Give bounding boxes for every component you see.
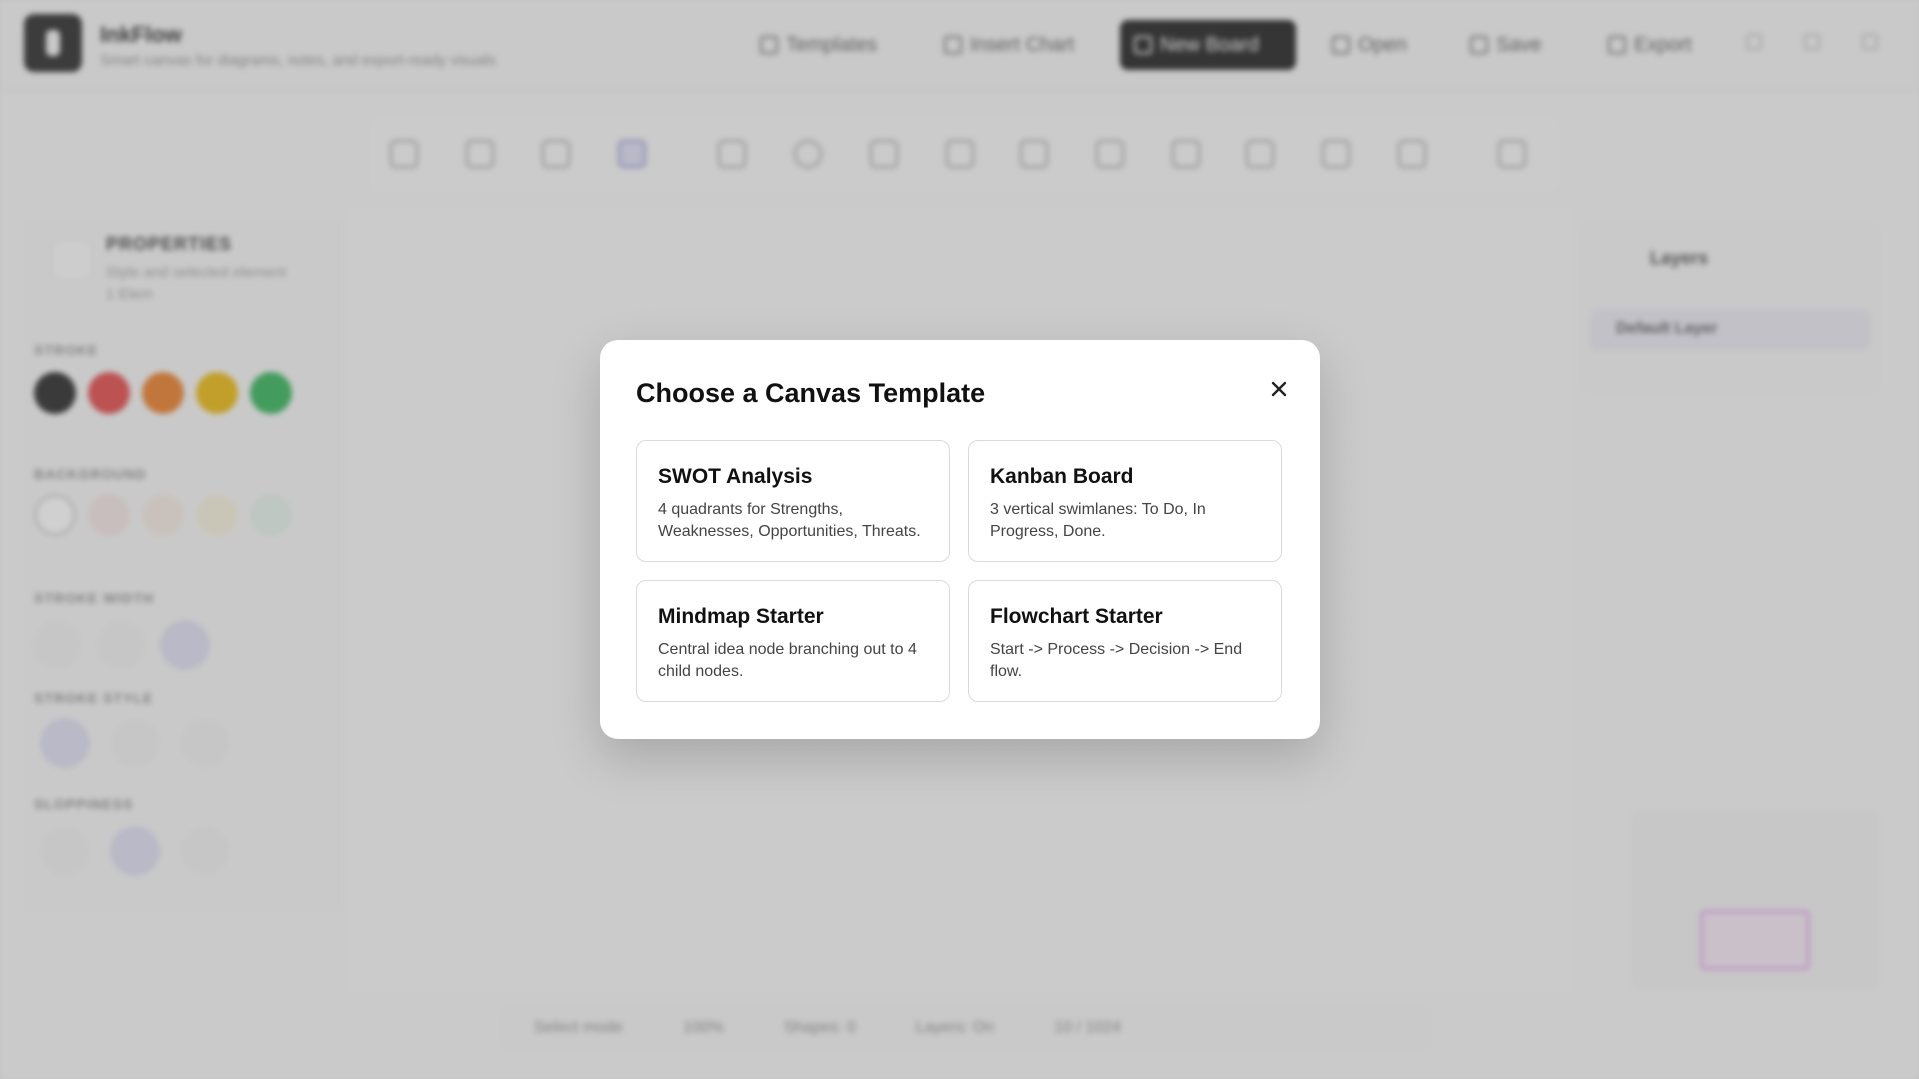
template-card-mindmap[interactable]: Mindmap Starter Central idea node branch… (636, 580, 950, 702)
template-description: 4 quadrants for Strengths, Weaknesses, O… (658, 501, 921, 540)
template-description: 3 vertical swimlanes: To Do, In Progress… (990, 501, 1206, 540)
template-card-kanban[interactable]: Kanban Board 3 vertical swimlanes: To Do… (968, 440, 1282, 562)
template-title: Flowchart Starter (990, 605, 1163, 628)
close-icon (1271, 381, 1287, 397)
close-button[interactable] (1264, 374, 1294, 404)
template-title: Mindmap Starter (658, 605, 824, 628)
template-title: SWOT Analysis (658, 465, 813, 488)
template-card-flowchart[interactable]: Flowchart Starter Start -> Process -> De… (968, 580, 1282, 702)
template-card-swot[interactable]: SWOT Analysis 4 quadrants for Strengths,… (636, 440, 950, 562)
template-title: Kanban Board (990, 465, 1134, 488)
template-grid: SWOT Analysis 4 quadrants for Strengths,… (636, 440, 1282, 702)
template-picker-dialog: Choose a Canvas Template SWOT Analysis 4… (600, 340, 1320, 739)
template-description: Central idea node branching out to 4 chi… (658, 641, 917, 680)
dialog-title: Choose a Canvas Template (636, 378, 986, 408)
template-description: Start -> Process -> Decision -> End flow… (990, 641, 1243, 680)
